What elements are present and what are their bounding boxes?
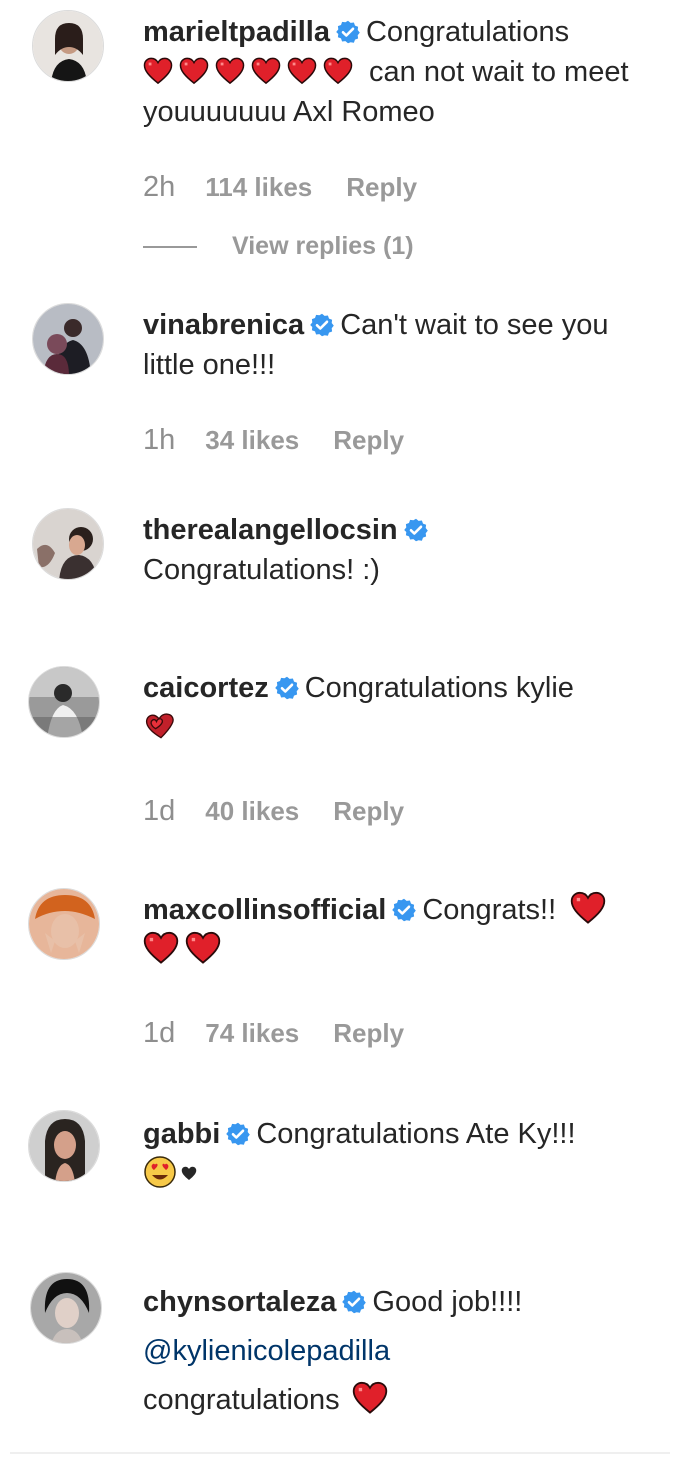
username[interactable]: marieltpadilla — [143, 16, 330, 48]
red-heart-icon — [179, 57, 209, 85]
verified-badge-icon — [342, 1290, 366, 1314]
comment-text: maxcollinsofficial Congrats!! — [143, 890, 660, 970]
comment-text: caicortez Congratulations kylie — [143, 668, 660, 748]
mention-link[interactable]: @kylienicolepadilla — [143, 1335, 390, 1367]
avatar[interactable] — [32, 303, 104, 375]
verified-badge-icon — [226, 1122, 250, 1146]
avatar[interactable] — [32, 10, 104, 82]
comment-body: Congrats!! — [422, 894, 557, 926]
red-heart-icon — [570, 891, 606, 925]
red-heart-icon — [143, 57, 173, 85]
verified-badge-icon — [404, 518, 428, 542]
comment-body: Congratulations! :) — [143, 554, 380, 586]
comment-meta: 1d 74 likes Reply — [143, 1016, 438, 1049]
comment-body-continued: congratulations — [143, 1384, 340, 1416]
likes-count[interactable]: 74 likes — [205, 1018, 299, 1049]
comment-body: Congratulations Ate Ky!!! — [256, 1118, 576, 1150]
avatar[interactable] — [32, 508, 104, 580]
comment-time: 1d — [143, 794, 176, 827]
reply-button[interactable]: Reply — [346, 172, 417, 203]
reply-button[interactable]: Reply — [333, 1018, 404, 1049]
avatar[interactable] — [28, 666, 100, 738]
comment-text: gabbi Congratulations Ate Ky!!! — [143, 1114, 660, 1194]
likes-count[interactable]: 114 likes — [205, 172, 312, 203]
divider — [143, 246, 197, 249]
comment-time: 1h — [143, 423, 176, 456]
comment-body: Congratulations kylie — [304, 672, 574, 704]
likes-count[interactable]: 40 likes — [205, 796, 299, 827]
view-replies-label[interactable]: View replies (1) — [232, 232, 414, 260]
avatar[interactable] — [30, 1272, 102, 1344]
username[interactable]: vinabrenica — [143, 309, 304, 341]
comment-text: marieltpadilla Congratulations can not wa… — [143, 12, 660, 132]
avatar[interactable] — [28, 888, 100, 960]
comment-meta: 1d 40 likes Reply — [143, 794, 438, 827]
username[interactable]: gabbi — [143, 1118, 220, 1150]
divider — [10, 1452, 670, 1454]
comment-text: therealangellocsin Congratulations! :) — [143, 510, 660, 590]
comment-text: chynsortaleza Good job!!!! @kylienicolepa… — [143, 1278, 660, 1425]
red-heart-icon — [287, 57, 317, 85]
likes-count[interactable]: 34 likes — [205, 425, 299, 456]
comment-body: Good job!!!! — [372, 1286, 523, 1318]
two-hearts-icon — [145, 713, 174, 739]
username[interactable]: therealangellocsin — [143, 514, 398, 546]
reply-button[interactable]: Reply — [333, 425, 404, 456]
red-heart-icon — [323, 57, 353, 85]
username[interactable]: chynsortaleza — [143, 1286, 336, 1318]
heart-eyes-emoji-icon — [144, 1156, 176, 1188]
red-heart-icon — [215, 57, 245, 85]
avatar[interactable] — [28, 1110, 100, 1182]
red-heart-icon — [251, 57, 281, 85]
red-heart-icon — [143, 931, 179, 965]
username[interactable]: maxcollinsofficial — [143, 894, 386, 926]
comment-text: vinabrenica Can't wait to see you little … — [143, 305, 660, 385]
reply-button[interactable]: Reply — [333, 796, 404, 827]
comment-time: 1d — [143, 1016, 176, 1049]
red-heart-icon — [185, 931, 221, 965]
comment-time: 2h — [143, 170, 176, 203]
comment-body: Congratulations — [365, 16, 570, 48]
verified-badge-icon — [336, 20, 360, 44]
verified-badge-icon — [275, 676, 299, 700]
view-replies-button[interactable]: View replies (1) — [143, 232, 414, 261]
comment-meta: 2h 114 likes Reply — [143, 170, 451, 203]
red-heart-icon — [352, 1381, 388, 1415]
verified-badge-icon — [392, 898, 416, 922]
verified-badge-icon — [310, 313, 334, 337]
black-heart-icon — [181, 1166, 197, 1180]
username[interactable]: caicortez — [143, 672, 269, 704]
comment-meta: 1h 34 likes Reply — [143, 423, 438, 456]
